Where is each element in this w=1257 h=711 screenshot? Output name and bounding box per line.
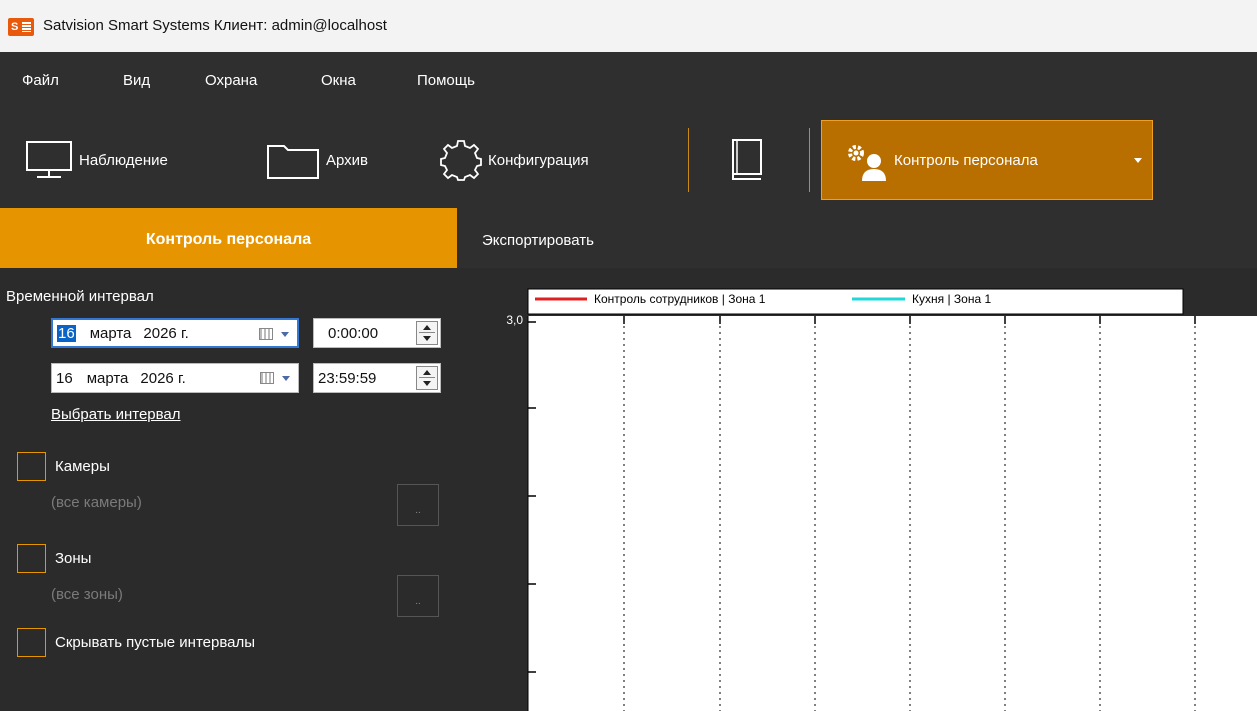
configuration-button[interactable]: Конфигурация	[440, 130, 589, 190]
date-to-year[interactable]: 2026 г.	[140, 370, 185, 387]
time-to-value[interactable]: 23:59:59	[318, 370, 376, 387]
date-to-day[interactable]: 16	[56, 370, 73, 387]
cameras-label: Камеры	[55, 458, 110, 475]
date-from-year[interactable]: 2026 г.	[143, 325, 188, 342]
menu-help[interactable]: Помощь	[417, 72, 475, 89]
date-to-picker[interactable]: 16 марта 2026 г.	[51, 363, 299, 393]
gear-icon	[440, 140, 482, 181]
window-title: Satvision Smart Systems Клиент: admin@lo…	[43, 17, 387, 34]
hide-empty-label: Скрывать пустые интервалы	[55, 634, 256, 651]
calendar-icon[interactable]	[259, 328, 273, 340]
book-icon	[732, 139, 762, 180]
zones-select-button[interactable]: ..	[397, 575, 439, 617]
export-button[interactable]: Экспортировать	[482, 232, 594, 249]
select-interval-link[interactable]: Выбрать интервал	[51, 406, 181, 423]
archive-button[interactable]: Архив	[266, 130, 368, 190]
menu-view[interactable]: Вид	[123, 72, 150, 89]
time-from-field[interactable]: 0:00:00	[313, 318, 441, 348]
observation-button[interactable]: Наблюдение	[25, 130, 168, 190]
plot-area	[528, 316, 1257, 711]
zones-value: (все зоны)	[51, 586, 123, 603]
y-tick-label: 3,0	[506, 313, 523, 327]
chevron-down-icon[interactable]	[282, 376, 290, 381]
title-bar: S Satvision Smart Systems Клиент: admin@…	[0, 0, 1257, 52]
date-from-day[interactable]: 16	[57, 324, 76, 342]
cameras-checkbox[interactable]	[17, 452, 46, 481]
monitor-icon	[26, 141, 72, 178]
cameras-select-button[interactable]: ..	[397, 484, 439, 526]
time-to-field[interactable]: 23:59:59	[313, 363, 441, 393]
zones-label: Зоны	[55, 550, 92, 567]
legend-label-series-2: Кухня | Зона 1	[912, 292, 991, 306]
chart: 3,0 Контроль сотрудников | Зона 1 Кухня …	[506, 288, 1257, 711]
calendar-icon[interactable]	[260, 372, 274, 384]
menu-security[interactable]: Охрана	[205, 72, 257, 89]
date-from-picker[interactable]: 16 марта 2026 г.	[51, 318, 299, 348]
cameras-value: (все камеры)	[51, 494, 142, 511]
date-from-month[interactable]: марта	[90, 325, 132, 342]
zones-checkbox[interactable]	[17, 544, 46, 573]
personnel-control-button[interactable]: Контроль персонала	[821, 120, 1153, 200]
date-to-month[interactable]: марта	[87, 370, 129, 387]
toolbar: Наблюдение Архив Конфигурация Контроль п…	[0, 110, 1257, 208]
personnel-gear-icon	[848, 145, 886, 181]
time-from-value[interactable]: 0:00:00	[328, 325, 378, 342]
time-interval-label: Временной интервал	[6, 288, 154, 305]
time-from-spinner[interactable]	[416, 321, 438, 345]
menu-windows[interactable]: Окна	[321, 72, 356, 89]
archive-label: Архив	[326, 151, 369, 169]
content-toolbar: Экспортировать	[457, 208, 1257, 268]
menu-file[interactable]: Файл	[22, 72, 59, 89]
chevron-down-icon[interactable]	[1134, 158, 1142, 163]
configuration-label: Конфигурация	[488, 151, 589, 169]
sidebar: Контроль персонала Временной интервал 16…	[0, 208, 457, 711]
sidebar-header: Контроль персонала	[0, 208, 457, 268]
personnel-control-label: Контроль персонала	[894, 151, 1038, 169]
app-logo-icon: S	[8, 18, 34, 36]
toolbar-divider	[809, 128, 810, 192]
observation-label: Наблюдение	[79, 151, 168, 169]
legend-label-series-1: Контроль сотрудников | Зона 1	[594, 292, 766, 306]
chevron-down-icon[interactable]	[281, 332, 289, 337]
book-button[interactable]	[727, 130, 773, 190]
folder-icon	[267, 145, 319, 179]
menu-bar: Файл Вид Охрана Окна Помощь	[0, 52, 1257, 110]
hide-empty-checkbox[interactable]	[17, 628, 46, 657]
time-to-spinner[interactable]	[416, 366, 438, 390]
toolbar-divider	[688, 128, 689, 192]
chart-area: 3,0 Контроль сотрудников | Зона 1 Кухня …	[457, 268, 1257, 711]
